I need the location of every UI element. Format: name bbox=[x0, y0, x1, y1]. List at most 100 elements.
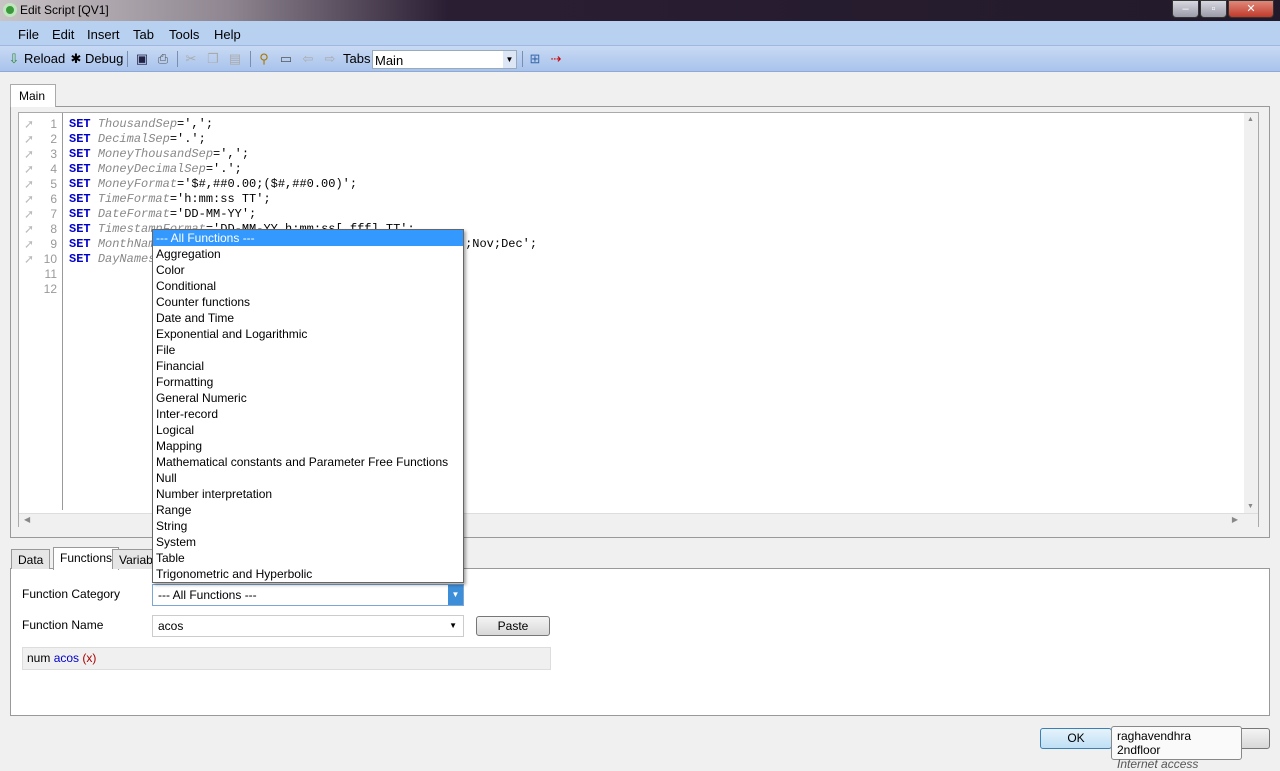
line-marker-icon: ➚ bbox=[24, 238, 35, 252]
keyword: SET bbox=[69, 117, 91, 131]
new-tab-icon[interactable]: ▭ bbox=[278, 51, 294, 67]
menu-insert[interactable]: Insert bbox=[87, 27, 120, 42]
function-category-select[interactable]: --- All Functions --- ▼ bbox=[152, 584, 464, 606]
variable-name: DayNames bbox=[97, 252, 156, 266]
line-number: 6 bbox=[50, 192, 57, 206]
variable-name: MoneyThousandSep bbox=[97, 147, 214, 161]
vertical-scrollbar[interactable]: ▲ ▼ bbox=[1244, 113, 1258, 513]
syntax-check-icon[interactable]: ⇢ bbox=[548, 51, 564, 67]
reload-button[interactable]: Reload bbox=[24, 51, 65, 66]
minimize-button[interactable]: – bbox=[1172, 0, 1199, 18]
cut-icon[interactable]: ✂ bbox=[183, 51, 199, 67]
script-line: ➚ 3 SET MoneyThousandSep=','; bbox=[19, 147, 1219, 162]
dropdown-option[interactable]: Mapping bbox=[153, 438, 463, 454]
tab-data[interactable]: Data bbox=[11, 549, 51, 569]
value: ='.'; bbox=[205, 162, 242, 176]
dropdown-option[interactable]: Aggregation bbox=[153, 246, 463, 262]
chevron-down-icon[interactable]: ▼ bbox=[449, 621, 457, 630]
tooltip-subtitle: Internet access bbox=[1117, 757, 1199, 771]
syntax-function-name: acos bbox=[53, 651, 80, 665]
value: =','; bbox=[177, 117, 214, 131]
dropdown-option[interactable]: Color bbox=[153, 262, 463, 278]
function-name-value: acos bbox=[158, 619, 184, 633]
dropdown-option[interactable]: Null bbox=[153, 470, 463, 486]
menu-edit[interactable]: Edit bbox=[52, 27, 74, 42]
print-icon[interactable]: ⎙ bbox=[155, 51, 171, 67]
dropdown-option[interactable]: String bbox=[153, 518, 463, 534]
script-line: ➚ 4 SET MoneyDecimalSep='.'; bbox=[19, 162, 1219, 177]
paste-button[interactable]: Paste bbox=[476, 616, 550, 636]
keyword: SET bbox=[69, 177, 91, 191]
dropdown-option[interactable]: Range bbox=[153, 502, 463, 518]
dropdown-option[interactable]: Table bbox=[153, 550, 463, 566]
maximize-button[interactable]: ▫ bbox=[1200, 0, 1227, 18]
menu-file[interactable]: File bbox=[18, 27, 39, 42]
menu-tools[interactable]: Tools bbox=[169, 27, 199, 42]
line-marker-icon: ➚ bbox=[24, 178, 35, 192]
copy-icon[interactable]: ❐ bbox=[205, 51, 221, 67]
keyword: SET bbox=[69, 132, 91, 146]
dropdown-option[interactable]: Conditional bbox=[153, 278, 463, 294]
network-tooltip: raghavendhra 2ndfloor Internet access bbox=[1111, 726, 1242, 771]
promote-tab-icon[interactable]: ⇦ bbox=[300, 51, 316, 67]
reload-icon: ⇩ bbox=[8, 51, 20, 66]
demote-tab-icon[interactable]: ⇨ bbox=[322, 51, 338, 67]
chevron-down-icon[interactable]: ▼ bbox=[448, 585, 463, 605]
dropdown-option[interactable]: Exponential and Logarithmic bbox=[153, 326, 463, 342]
value: =','; bbox=[213, 147, 250, 161]
dropdown-option[interactable]: Number interpretation bbox=[153, 486, 463, 502]
dropdown-option[interactable]: File bbox=[153, 342, 463, 358]
chevron-down-icon[interactable]: ▼ bbox=[503, 51, 516, 68]
variable-name: DateFormat bbox=[97, 207, 170, 221]
dropdown-option[interactable]: Financial bbox=[153, 358, 463, 374]
line-number: 10 bbox=[43, 252, 57, 266]
tab-main[interactable]: Main bbox=[10, 84, 56, 107]
dropdown-option[interactable]: Mathematical constants and Parameter Fre… bbox=[153, 454, 463, 470]
paste-icon[interactable]: ▤ bbox=[227, 51, 243, 67]
debug-button[interactable]: Debug bbox=[85, 51, 123, 66]
ok-button[interactable]: OK bbox=[1040, 728, 1112, 749]
dropdown-option[interactable]: Trigonometric and Hyperbolic bbox=[153, 566, 463, 582]
function-name-select[interactable]: acos ▼ bbox=[152, 615, 464, 637]
tooltip-title: raghavendhra 2ndfloor bbox=[1117, 729, 1192, 757]
save-icon[interactable]: ▣ bbox=[134, 51, 150, 67]
value: ='h:mm:ss TT'; bbox=[169, 192, 271, 206]
keyword: SET bbox=[69, 222, 91, 236]
close-button[interactable]: ✕ bbox=[1228, 0, 1274, 18]
tabs-label: Tabs bbox=[343, 51, 371, 66]
tabs-dropdown-value: Main bbox=[375, 53, 404, 68]
line-marker-icon: ➚ bbox=[24, 163, 35, 177]
keyword: SET bbox=[69, 252, 91, 266]
table-viewer-icon[interactable]: ⊞ bbox=[527, 51, 543, 67]
window-title: Edit Script [QV1] bbox=[20, 3, 109, 17]
value: ='DD-MM-YY'; bbox=[169, 207, 257, 221]
menu-tab[interactable]: Tab bbox=[133, 27, 154, 42]
value: ='$#,##0.00;($#,##0.00)'; bbox=[177, 177, 358, 191]
dropdown-option[interactable]: System bbox=[153, 534, 463, 550]
menu-help[interactable]: Help bbox=[214, 27, 241, 42]
variable-name: ThousandSep bbox=[97, 117, 178, 131]
find-icon[interactable]: ⚲ bbox=[256, 51, 272, 67]
line-number: 9 bbox=[50, 237, 57, 251]
variable-name: MoneyDecimalSep bbox=[97, 162, 206, 176]
dropdown-option[interactable]: Formatting bbox=[153, 374, 463, 390]
line-marker-icon: ➚ bbox=[24, 253, 35, 267]
function-syntax: num acos (x) bbox=[22, 647, 551, 670]
line-marker-icon: ➚ bbox=[24, 223, 35, 237]
keyword: SET bbox=[69, 207, 91, 221]
keyword: SET bbox=[69, 237, 91, 251]
tab-functions[interactable]: Functions bbox=[53, 547, 120, 570]
dropdown-option[interactable]: General Numeric bbox=[153, 390, 463, 406]
line-number: 3 bbox=[50, 147, 57, 161]
function-category-dropdown-list: --- All Functions --- Aggregation Color Con… bbox=[152, 229, 464, 583]
tabs-dropdown[interactable]: Main ▼ bbox=[372, 50, 517, 69]
dropdown-option[interactable]: Counter functions bbox=[153, 294, 463, 310]
dropdown-option[interactable]: Date and Time bbox=[153, 310, 463, 326]
dropdown-option[interactable]: --- All Functions --- bbox=[153, 230, 463, 246]
line-marker-icon: ➚ bbox=[24, 208, 35, 222]
line-number: 12 bbox=[43, 282, 57, 296]
script-line: ➚ 5 SET MoneyFormat='$#,##0.00;($#,##0.00)… bbox=[19, 177, 1219, 192]
dropdown-option[interactable]: Logical bbox=[153, 422, 463, 438]
line-number: 1 bbox=[50, 117, 57, 131]
dropdown-option[interactable]: Inter-record bbox=[153, 406, 463, 422]
